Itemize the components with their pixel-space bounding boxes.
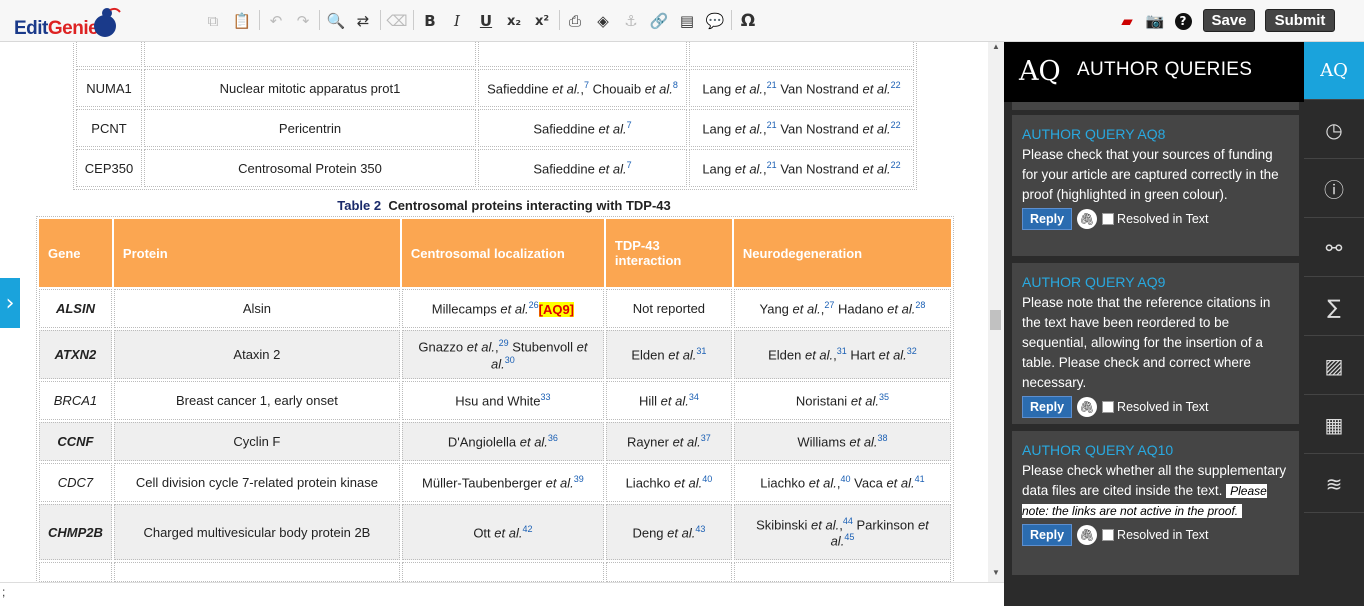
document-scrollbar[interactable]: ▲ ▼ [988, 42, 1004, 582]
table-row: BRCA1 Breast cancer 1, early onset Hsu a… [39, 381, 951, 420]
anchor-icon[interactable]: ⚓ [619, 9, 643, 33]
info-icon[interactable]: ⓘ [1304, 160, 1364, 218]
note-icon[interactable]: ▤ [675, 9, 699, 33]
reply-button[interactable]: Reply [1022, 396, 1073, 418]
attach-icon[interactable]: 🖇 [1077, 397, 1098, 417]
paste-icon[interactable]: 📋 [230, 9, 254, 33]
resolved-checkbox[interactable] [1102, 529, 1115, 541]
attach-icon[interactable]: 🖇 [1077, 525, 1098, 545]
right-tool-rail: AQ ◷ ⓘ ⚯ ∑ ▨ ▦ ≋ [1304, 42, 1364, 606]
scroll-up-icon[interactable]: ▲ [992, 42, 1000, 51]
table-row: ALSIN Alsin Millecamps et al.26[AQ9] Not… [39, 289, 951, 328]
bold-icon[interactable]: B [418, 9, 442, 33]
table-1: NUMA1 Nuclear mitotic apparatus prot1 Sa… [73, 42, 917, 190]
table-row: CEP350 Centrosomal Protein 350 Safieddin… [76, 149, 914, 187]
underline-icon[interactable]: U [474, 9, 498, 33]
help-icon[interactable]: ? [1171, 9, 1195, 33]
table-row: ATXN2 Ataxin 2 Gnazzo et al.,29 Stubenvo… [39, 330, 951, 379]
reply-button[interactable]: Reply [1022, 208, 1073, 230]
query-card-aq10: AUTHOR QUERY AQ10 Please check whether a… [1012, 431, 1299, 575]
editgenie-logo: EditGenie [14, 7, 121, 39]
table-row: CDC7 Cell division cycle 7-related prote… [39, 463, 951, 502]
author-queries-panel: AQ AUTHOR QUERIES AUTHOR QUERY AQ8 Pleas… [1004, 42, 1304, 606]
table-row: NUMA1 Nuclear mitotic apparatus prot1 Sa… [76, 69, 914, 107]
query-card-aq9: AUTHOR QUERY AQ9 Please note that the re… [1012, 263, 1299, 424]
expand-sidebar-icon[interactable]: › [0, 278, 20, 328]
scrollbar-thumb[interactable] [990, 310, 1001, 330]
sigma-icon[interactable]: ∑ [1304, 278, 1364, 336]
undo-icon[interactable]: ↶ [264, 9, 288, 33]
table-caption: Table 2 Centrosomal proteins interacting… [337, 198, 671, 213]
aq9-marker[interactable]: [AQ9] [538, 301, 575, 317]
search-icon[interactable]: 🔍 [324, 9, 348, 33]
table-header-row: Gene Protein Centrosomal localization TD… [39, 219, 951, 287]
redo-icon[interactable]: ↷ [291, 9, 315, 33]
panel-header: AQ AUTHOR QUERIES [1004, 42, 1304, 102]
document-area[interactable]: NUMA1 Nuclear mitotic apparatus prot1 Sa… [20, 42, 988, 582]
print-icon[interactable]: ⎙ [563, 9, 587, 33]
superscript-icon[interactable]: x² [530, 9, 554, 33]
toolbar: EditGenie ⧉ 📋 ↶ ↷ 🔍 ⇄ ⌫ B I U x₂ x² ⎙ ◈ … [0, 0, 1364, 42]
subscript-icon[interactable]: x₂ [502, 9, 526, 33]
camera-icon[interactable]: 📷 [1143, 9, 1167, 33]
reply-button[interactable]: Reply [1022, 524, 1073, 546]
pdf-icon[interactable]: ▰ [1115, 9, 1139, 33]
history-icon[interactable]: ◷ [1304, 101, 1364, 159]
resolved-checkbox[interactable] [1102, 213, 1115, 225]
link-icon[interactable]: 🔗 [647, 9, 671, 33]
replace-icon[interactable]: ⇄ [351, 9, 375, 33]
table-2: Gene Protein Centrosomal localization TD… [36, 216, 954, 582]
link-icon[interactable]: ⚯ [1304, 219, 1364, 277]
table-row: CCNF Cyclin F D'Angiolella et al.36 Rayn… [39, 422, 951, 461]
omega-icon[interactable]: Ω [736, 9, 760, 33]
submit-button[interactable]: Submit [1265, 9, 1335, 32]
copy-icon[interactable]: ⧉ [201, 9, 225, 33]
table-row: PCNT Pericentrin Safieddine et al.7 Lang… [76, 109, 914, 147]
comment-icon[interactable]: 💬 [703, 9, 727, 33]
italic-icon[interactable]: I [445, 9, 469, 33]
layers-icon[interactable]: ◈ [591, 9, 615, 33]
stack-icon[interactable]: ≋ [1304, 455, 1364, 513]
attach-icon[interactable]: 🖇 [1077, 209, 1098, 229]
scroll-down-icon[interactable]: ▼ [992, 568, 1000, 577]
table-icon[interactable]: ▦ [1304, 396, 1364, 454]
query-card-aq8: AUTHOR QUERY AQ8 Please check that your … [1012, 115, 1299, 256]
save-button[interactable]: Save [1203, 9, 1255, 32]
aq-icon[interactable]: AQ [1304, 42, 1364, 100]
table-row: CHMP2B Charged multivesicular body prote… [39, 504, 951, 560]
status-bar: ; [0, 582, 1004, 606]
eraser-icon[interactable]: ⌫ [385, 9, 409, 33]
resolved-checkbox[interactable] [1102, 401, 1115, 413]
image-icon[interactable]: ▨ [1304, 337, 1364, 395]
